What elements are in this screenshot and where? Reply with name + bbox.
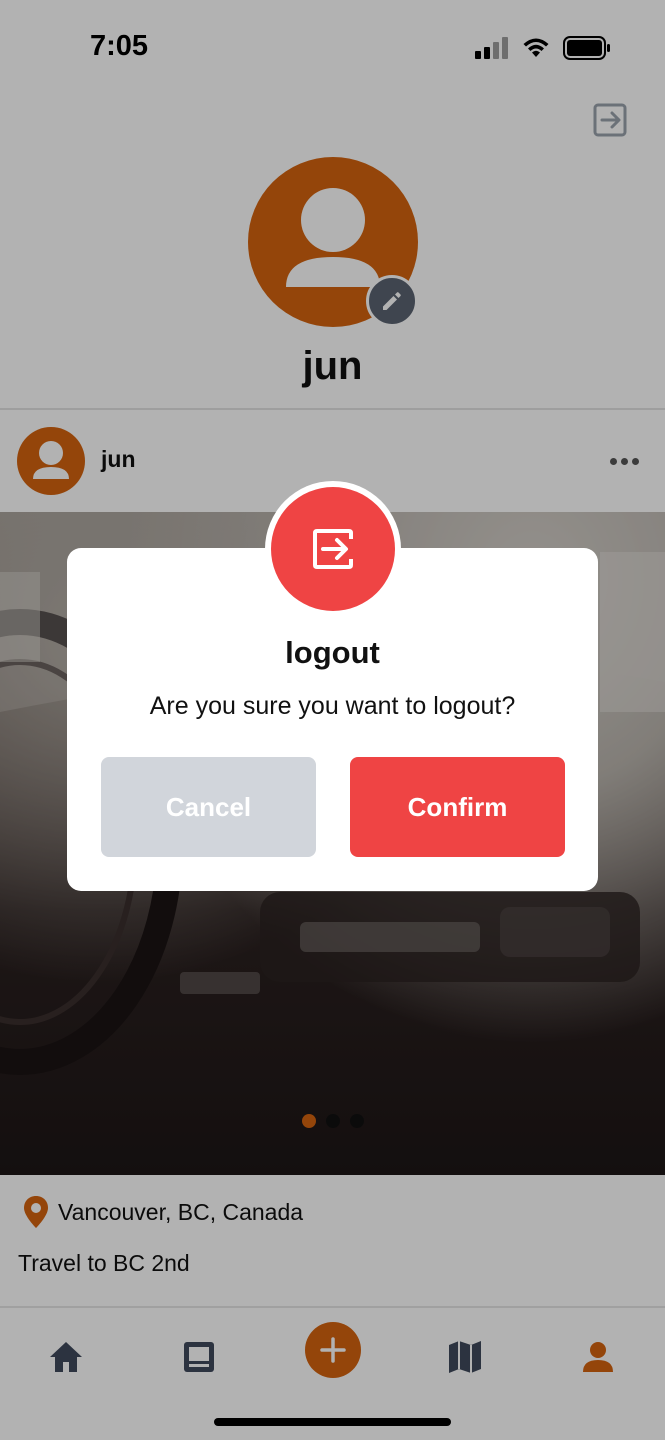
logout-icon — [313, 529, 353, 569]
dialog-icon-circle — [271, 487, 395, 611]
profile-screen: 7:05 jun jun Vancouver, BC, Canada Trave… — [0, 0, 665, 1442]
confirm-button[interactable]: Confirm — [350, 757, 565, 857]
cancel-button[interactable]: Cancel — [101, 757, 316, 857]
dialog-message: Are you sure you want to logout? — [149, 692, 516, 720]
dialog-title: logout — [285, 635, 380, 670]
